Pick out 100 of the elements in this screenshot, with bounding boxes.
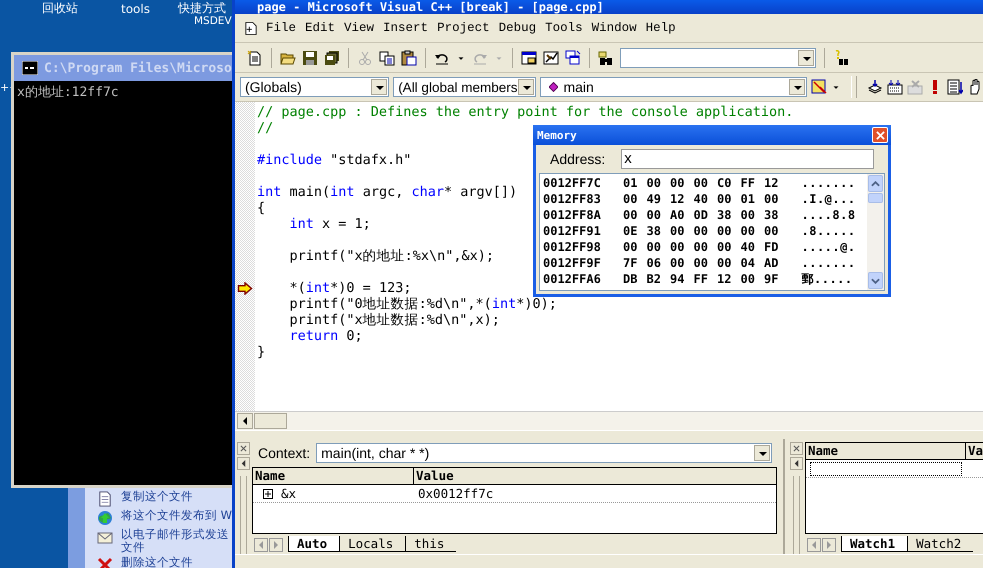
wizard-icon[interactable] <box>811 79 828 95</box>
code-line: return 0; <box>288 328 363 344</box>
members-combo[interactable]: (All global members <box>393 77 536 97</box>
go-icon[interactable] <box>946 79 963 95</box>
memory-ascii: ....8.8 <box>802 207 856 223</box>
memory-byte: 7F <box>623 255 638 271</box>
memory-byte: 00 <box>740 271 756 287</box>
task-link[interactable]: 以电子邮件形式发送文件 <box>121 528 229 554</box>
close-button[interactable] <box>790 442 803 455</box>
expand-icon[interactable] <box>263 488 273 498</box>
window-title: page - Microsoft Visual C++ [break] - [page.cpp] <box>257 0 604 14</box>
memory-ascii: ....... <box>802 255 856 271</box>
memory-byte: 00 <box>646 207 662 223</box>
output-window-icon[interactable] <box>543 50 559 66</box>
desktop-icon-label[interactable]: tools <box>121 2 150 16</box>
scroll-up-button[interactable] <box>868 175 883 192</box>
pane-grip[interactable] <box>792 476 800 554</box>
tab[interactable]: Locals <box>339 536 406 552</box>
code-line: } <box>257 344 266 360</box>
memory-byte: 12 <box>670 191 686 207</box>
task-link[interactable]: 删除这个文件 <box>121 556 231 568</box>
context-combo[interactable]: main(int, char * *) <box>316 443 772 463</box>
help-search-icon[interactable] <box>833 50 849 66</box>
column-header[interactable]: Value <box>414 468 776 484</box>
scope-combo[interactable]: (Globals) <box>240 77 390 97</box>
column-header[interactable]: Va <box>966 443 983 459</box>
code-line: // <box>257 120 274 136</box>
tab[interactable]: Watch1 <box>840 536 908 552</box>
memory-byte: 00 <box>764 191 780 207</box>
menu-item[interactable]: File <box>266 21 296 35</box>
memory-byte: 00 <box>694 223 709 239</box>
memory-address: 0012FF91 <box>543 223 602 239</box>
memory-byte: 9F <box>764 271 780 287</box>
copy-icon[interactable] <box>379 50 395 66</box>
collapse-button[interactable] <box>237 457 250 470</box>
tab[interactable]: this <box>405 536 456 552</box>
memory-byte: 00 <box>764 223 780 239</box>
task-link[interactable]: 将这个文件发布到 W <box>121 509 231 522</box>
console-output: x的地址:12ff7c <box>17 84 120 101</box>
save-all-icon[interactable] <box>324 50 340 66</box>
column-header[interactable]: Name <box>806 443 966 459</box>
compile-icon[interactable] <box>866 79 883 95</box>
address-field[interactable]: x <box>621 149 874 169</box>
menu-item[interactable]: View <box>344 21 374 35</box>
collapse-button[interactable] <box>790 457 803 470</box>
vertical-scrollbar[interactable] <box>867 174 884 290</box>
window-title: C:\Program Files\Microso <box>44 60 232 76</box>
paste-icon[interactable] <box>401 50 417 66</box>
pane-grip[interactable] <box>240 476 247 554</box>
memory-byte: 0D <box>694 207 709 223</box>
menu-item[interactable]: Window <box>592 21 637 35</box>
desktop-icon-label[interactable]: 快捷方式 <box>178 1 226 15</box>
code-line: #include "stdafx.h" <box>257 152 412 168</box>
code-line: printf("0地址数据:%d\n",*(int*)0); <box>288 296 557 312</box>
menu-item[interactable]: Edit <box>305 21 336 35</box>
memory-byte: 38 <box>717 207 732 223</box>
memory-address: 0012FF9F <box>543 255 602 271</box>
memory-byte: 00 <box>717 191 732 207</box>
memory-address: 0012FFA6 <box>543 271 602 287</box>
new-file-icon[interactable] <box>247 50 263 66</box>
scroll-down-button[interactable] <box>868 272 883 289</box>
menu-item[interactable]: Tools <box>545 21 583 35</box>
menu-item[interactable]: Project <box>437 21 490 35</box>
workspace-window-icon[interactable] <box>521 50 537 66</box>
build-icon[interactable] <box>886 79 903 95</box>
code-line: *(int*)0 = 123; <box>288 280 412 296</box>
scrollbar-thumb[interactable] <box>868 193 883 203</box>
tab[interactable]: Watch2 <box>907 536 974 552</box>
publish-icon <box>97 510 113 526</box>
code-line: printf("x的地址:%x\n",&x); <box>288 248 494 264</box>
memory-byte: B2 <box>646 271 662 287</box>
variable-value: 0x0012ff7c <box>417 486 494 501</box>
copy-icon <box>97 491 113 507</box>
code-line: int main(int argc, char* argv[]) <box>257 184 518 200</box>
memory-byte: 00 <box>694 175 709 191</box>
menu-item[interactable]: Debug <box>498 21 536 35</box>
down-chevron-icon <box>871 278 880 284</box>
tab[interactable]: Auto <box>288 536 340 552</box>
new-watch-field[interactable] <box>810 462 962 476</box>
close-button[interactable] <box>237 442 250 455</box>
horizontal-scrollbar[interactable] <box>235 411 983 430</box>
scrollbar-thumb[interactable] <box>254 413 287 429</box>
binoculars-icon[interactable] <box>598 50 614 66</box>
save-icon[interactable] <box>302 50 318 66</box>
scroll-left-button[interactable] <box>237 413 253 429</box>
memory-ascii: ....... <box>802 175 856 191</box>
memory-byte: 00 <box>623 191 638 207</box>
desktop-icon-label[interactable]: MSDEV <box>194 14 232 28</box>
memory-byte: 00 <box>740 223 756 239</box>
memory-byte: 04 <box>740 255 756 271</box>
task-link[interactable]: 复制这个文件 <box>121 490 231 503</box>
menu-item[interactable]: Insert <box>383 21 428 35</box>
context-label: Context: <box>258 445 310 461</box>
memory-byte: FF <box>694 271 709 287</box>
menu-item[interactable]: Help <box>646 21 676 35</box>
column-header[interactable]: Name <box>253 468 414 484</box>
desktop-icon-label[interactable]: 回收站 <box>42 1 78 15</box>
memory-address: 0012FF83 <box>543 191 602 207</box>
function-combo[interactable]: main <box>540 77 808 97</box>
windows-icon[interactable] <box>565 50 581 66</box>
